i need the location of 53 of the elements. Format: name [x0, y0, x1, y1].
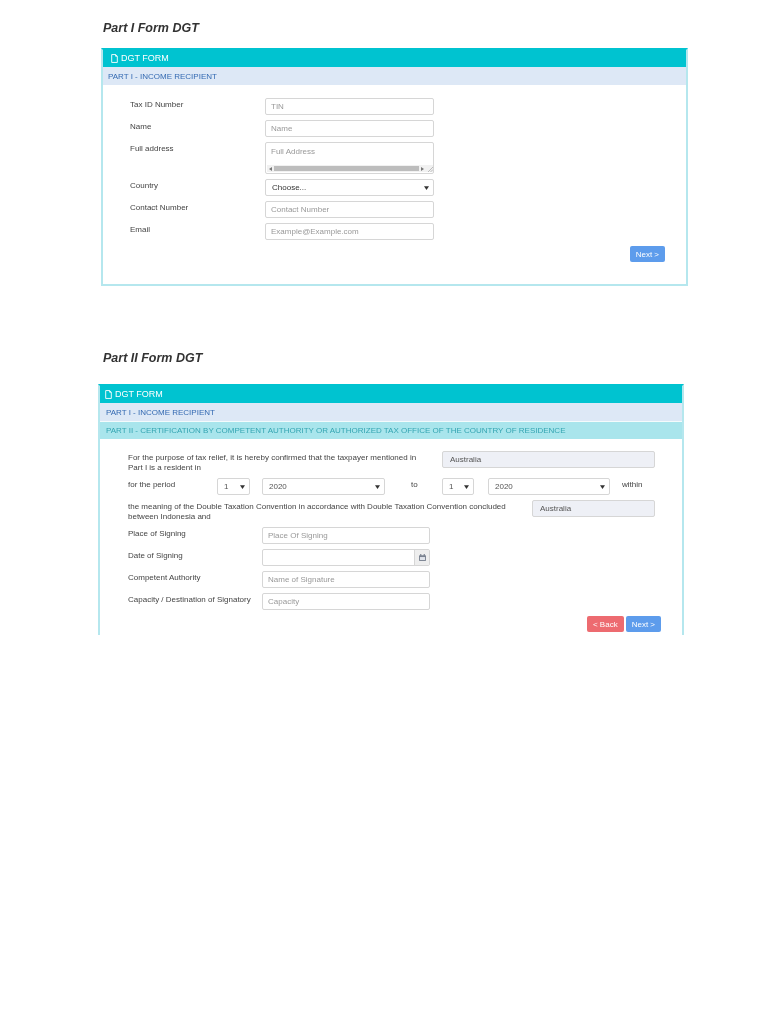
file-icon: [111, 54, 118, 63]
part-header[interactable]: PART II - CERTIFICATION BY COMPETENT AUTHORITY OR AUTHORIZED TAX OFFICE OF THE COUNTRY OF RESIDENCE: [100, 421, 682, 439]
input-field[interactable]: Place Of Signing: [262, 527, 430, 544]
caret-icon: [240, 484, 245, 489]
field-label: Capacity / Destination of Signatory: [128, 594, 252, 605]
caret-icon: [424, 185, 429, 190]
textarea-field[interactable]: Full Address: [265, 142, 434, 174]
select-field[interactable]: Choose...: [265, 179, 434, 196]
part-header[interactable]: PART I - INCOME RECIPIENT: [100, 403, 682, 421]
scrollbar[interactable]: [267, 165, 433, 172]
field-label: Competent Authority: [128, 572, 202, 583]
caret-icon: [464, 484, 469, 489]
back-button[interactable]: < Back: [586, 616, 624, 632]
next-button[interactable]: Next >: [625, 616, 661, 632]
month-select[interactable]: 1: [217, 478, 250, 495]
scrollbar-thumb[interactable]: [274, 166, 419, 171]
field-label: Place of Signing: [128, 528, 187, 539]
year-select[interactable]: 2020: [488, 478, 610, 495]
section-title: Part II Form DGT: [103, 350, 205, 366]
caret-icon: [375, 484, 380, 489]
left-arrow-icon[interactable]: [269, 166, 272, 171]
field-label: Tax ID Number: [130, 99, 185, 110]
field-label: Country: [130, 180, 159, 191]
next-button[interactable]: Next >: [629, 246, 665, 262]
field-label: Email: [130, 224, 151, 235]
field-label: Date of Signing: [128, 550, 184, 561]
period-label: for the period: [128, 479, 177, 490]
part-header[interactable]: PART I - INCOME RECIPIENT: [103, 67, 686, 85]
calendar-button[interactable]: [414, 550, 429, 565]
input-field[interactable]: Contact Number: [265, 201, 434, 218]
section-title: Part I Form DGT: [103, 20, 201, 36]
input-field[interactable]: Name: [265, 120, 434, 137]
calendar-icon: [418, 554, 426, 561]
month-select[interactable]: 1: [442, 478, 474, 495]
statement-text: For the purpose of tax relief, it is hereby confirmed that the taxpayer mentioned in Part I is a resident in: [128, 452, 418, 473]
year-select[interactable]: 2020: [262, 478, 385, 495]
input-field[interactable]: Example@Example.com: [265, 223, 434, 240]
resize-grip-icon[interactable]: [427, 165, 433, 172]
input-field[interactable]: TIN: [265, 98, 434, 115]
panel-title: DGT FORM: [115, 389, 163, 400]
within-label: within: [622, 479, 643, 490]
date-field[interactable]: [262, 549, 430, 566]
panel-title: DGT FORM: [121, 53, 169, 64]
input-field[interactable]: Capacity: [262, 593, 430, 610]
field-label: Name: [130, 121, 153, 132]
field-label: Full address: [130, 143, 175, 154]
caret-icon: [600, 484, 605, 489]
field-label: Contact Number: [130, 202, 190, 213]
input-field[interactable]: Name of Signature: [262, 571, 430, 588]
statement-text: the meaning of the Double Taxation Convention in accordance with Double Taxation Convention concluded between Indonesia and: [128, 501, 507, 522]
right-arrow-icon[interactable]: [421, 166, 424, 171]
file-icon: [105, 390, 112, 399]
to-label: to: [411, 479, 418, 490]
